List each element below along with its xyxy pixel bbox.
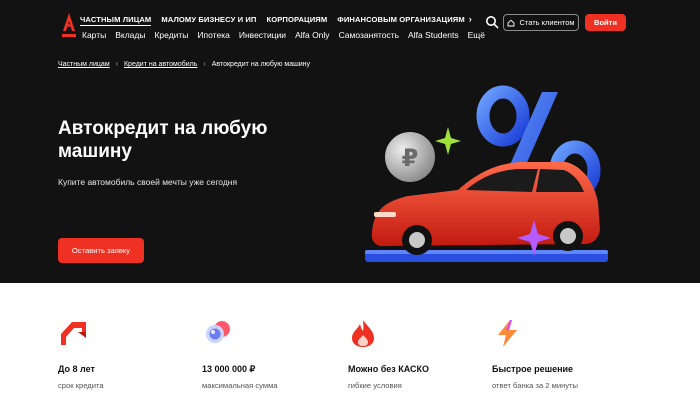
breadcrumb: Частным лицам › Кредит на автомобиль › А… bbox=[58, 61, 310, 68]
main-nav: Карты Вклады Кредиты Ипотека Инвестиции … bbox=[82, 30, 485, 40]
feature-fast-decision: Быстрое решение ответ банка за 2 минуты bbox=[492, 318, 578, 390]
become-client-button[interactable]: Стать клиентом bbox=[503, 14, 579, 31]
lightning-icon bbox=[498, 320, 517, 347]
nav-item-more[interactable]: Ещё bbox=[468, 30, 485, 40]
segment-menu: ЧАСТНЫМ ЛИЦАМ МАЛОМУ БИЗНЕСУ И ИП КОРПОР… bbox=[80, 14, 472, 26]
segment-financial[interactable]: ФИНАНСОВЫМ ОРГАНИЗАЦИЯМ bbox=[337, 15, 465, 26]
feature-term: До 8 лет срок кредита bbox=[58, 318, 104, 390]
feature-title: 13 000 000 ₽ bbox=[202, 364, 256, 374]
segment-small-business[interactable]: МАЛОМУ БИЗНЕСУ И ИП bbox=[161, 15, 256, 26]
chevron-right-icon: › bbox=[203, 61, 206, 68]
chevron-right-icon[interactable]: › bbox=[469, 14, 472, 26]
nav-item-alfa-students[interactable]: Alfa Students bbox=[408, 30, 459, 40]
breadcrumb-current: Автокредит на любую машину bbox=[211, 61, 311, 68]
nav-item-investments[interactable]: Инвестиции bbox=[239, 30, 286, 40]
login-button[interactable]: Войти bbox=[585, 14, 626, 31]
feature-title: Быстрое решение bbox=[492, 364, 574, 374]
segment-corporate[interactable]: КОРПОРАЦИЯМ bbox=[267, 15, 328, 26]
svg-text:₽: ₽ bbox=[402, 144, 419, 172]
alfa-logo-icon[interactable] bbox=[60, 12, 78, 40]
nav-item-credits[interactable]: Кредиты bbox=[154, 30, 188, 40]
flame-icon bbox=[352, 320, 374, 347]
become-client-label: Стать клиентом bbox=[519, 18, 575, 27]
nav-item-deposits[interactable]: Вклады bbox=[115, 30, 145, 40]
feature-title: До 8 лет bbox=[58, 364, 95, 374]
nav-item-alfa-only[interactable]: Alfa Only bbox=[295, 30, 330, 40]
hero-subtitle: Купите автомобиль своей мечты уже сегодн… bbox=[58, 177, 238, 187]
nav-item-cards[interactable]: Карты bbox=[82, 30, 106, 40]
coins-icon bbox=[206, 321, 230, 343]
breadcrumb-private[interactable]: Частным лицам bbox=[58, 61, 110, 68]
nav-item-mortgage[interactable]: Ипотека bbox=[197, 30, 229, 40]
feature-amount: 13 000 000 ₽ максимальная сумма bbox=[202, 318, 278, 390]
car-percent-illustration: ₽ bbox=[365, 85, 608, 262]
breadcrumb-car-loan[interactable]: Кредит на автомобиль bbox=[124, 61, 197, 68]
nav-item-self-employed[interactable]: Самозанятость bbox=[339, 30, 399, 40]
feature-desc: срок кредита bbox=[58, 381, 104, 390]
chevron-right-icon: › bbox=[115, 61, 118, 68]
feature-desc: гибкие условия bbox=[348, 381, 402, 390]
feature-desc: максимальная сумма bbox=[202, 381, 278, 390]
feature-title: Можно без КАСКО bbox=[348, 364, 429, 374]
apply-button[interactable]: Оставить заявку bbox=[58, 238, 144, 263]
feature-desc: ответ банка за 2 минуты bbox=[492, 381, 578, 390]
arrow-icon bbox=[61, 322, 86, 345]
feature-kasko: Можно без КАСКО гибкие условия bbox=[348, 318, 429, 390]
search-icon[interactable] bbox=[485, 15, 499, 29]
page-title: Автокредит на любую машину bbox=[58, 118, 268, 162]
segment-private[interactable]: ЧАСТНЫМ ЛИЦАМ bbox=[80, 15, 152, 26]
home-icon bbox=[507, 19, 515, 26]
